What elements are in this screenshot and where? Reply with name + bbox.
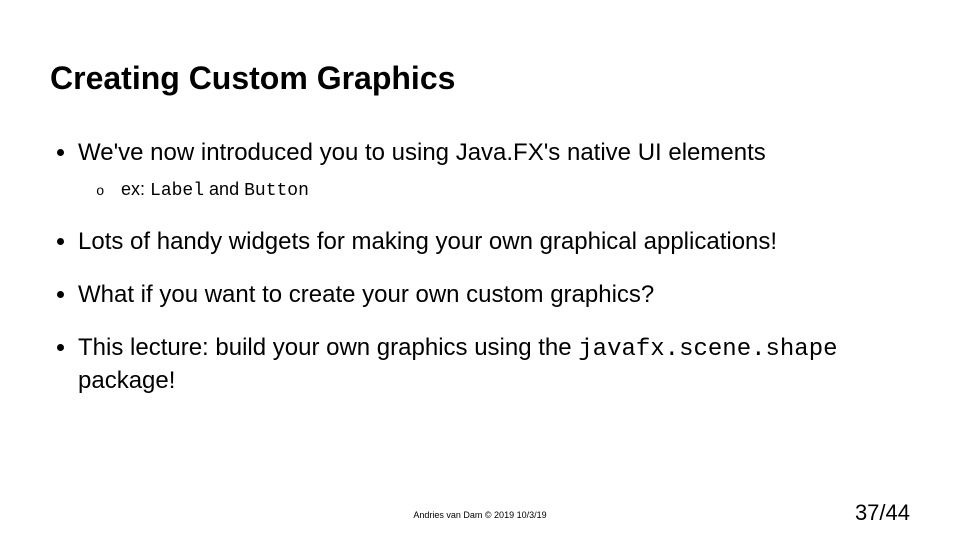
sub-bullet-1: ex: Label and Button (116, 178, 910, 203)
bullet-4-prefix: This lecture: build your own graphics us… (78, 334, 578, 361)
sub-mid: and (204, 179, 244, 199)
bullet-3: What if you want to create your own cust… (78, 279, 910, 310)
bullet-1: We've now introduced you to using Java.F… (78, 137, 910, 204)
bullet-1-text: We've now introduced you to using Java.F… (78, 139, 766, 166)
slide: Creating Custom Graphics We've now intro… (0, 0, 960, 540)
page-title: Creating Custom Graphics (50, 60, 910, 97)
sub-list: ex: Label and Button (78, 178, 910, 203)
footer-credit: Andries van Dam © 2019 10/3/19 (413, 510, 546, 520)
code-button: Button (244, 181, 309, 201)
code-label: Label (150, 181, 204, 201)
bullet-list: We've now introduced you to using Java.F… (50, 137, 910, 396)
sub-prefix: ex: (121, 179, 150, 199)
bullet-2: Lots of handy widgets for making your ow… (78, 226, 910, 257)
bullet-4-suffix: package! (78, 367, 175, 394)
code-package: javafx.scene.shape (578, 336, 837, 363)
page-number: 37/44 (855, 500, 910, 526)
bullet-4: This lecture: build your own graphics us… (78, 332, 910, 396)
